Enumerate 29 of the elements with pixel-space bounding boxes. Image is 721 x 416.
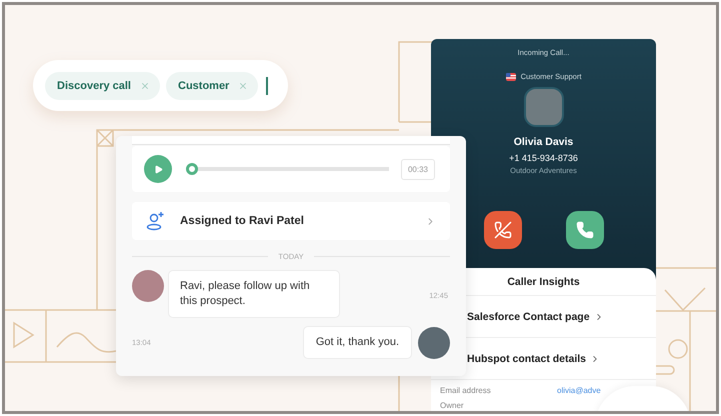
avatar <box>418 326 450 358</box>
accept-button[interactable] <box>566 211 604 249</box>
caller-phone: +1 415-934-8736 <box>509 153 578 163</box>
text-cursor <box>266 76 268 94</box>
message-bubble: Got it, thank you. <box>302 326 412 359</box>
tag-input-field[interactable]: Discovery call Customer <box>33 60 288 111</box>
field-label: Owner <box>440 401 465 410</box>
field-value[interactable]: olivia@adve <box>557 386 601 395</box>
tag-chip[interactable]: Discovery call <box>45 72 160 100</box>
tag-chip[interactable]: Customer <box>166 72 258 100</box>
assignment-row[interactable]: Assigned to Ravi Patel <box>132 202 450 240</box>
audio-thumb[interactable] <box>186 163 198 175</box>
play-icon <box>154 164 162 174</box>
field-label: Email address <box>440 386 492 395</box>
close-icon[interactable] <box>238 80 248 90</box>
phone-icon <box>576 221 594 239</box>
close-icon[interactable] <box>140 80 150 90</box>
avatar <box>132 270 164 302</box>
photo-placeholder <box>524 87 564 127</box>
audio-duration: 00:33 <box>400 158 435 180</box>
play-button[interactable] <box>144 155 172 183</box>
caller-name: Olivia Davis <box>514 136 574 148</box>
message-bubble: Ravi, please follow up with this prospect. <box>168 270 340 318</box>
decline-button[interactable] <box>484 211 522 249</box>
add-user-icon <box>146 211 166 231</box>
insight-link[interactable]: Salesforce Contact page <box>467 310 604 322</box>
flag-icon <box>506 72 516 80</box>
hang-up-icon <box>494 221 512 239</box>
insight-link[interactable]: Hubspot contact details <box>467 352 600 364</box>
